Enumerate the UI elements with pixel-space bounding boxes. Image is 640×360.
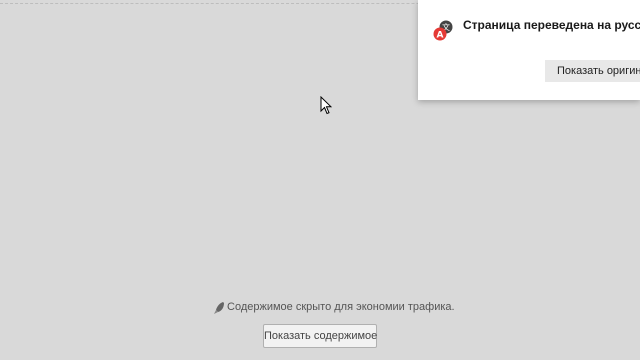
- mouse-cursor-icon: [320, 96, 332, 115]
- translate-badge-letter: A: [437, 31, 444, 41]
- popup-title: Страница переведена на русский: [463, 18, 640, 32]
- hidden-content-notice: Содержимое скрыто для экономии трафика.: [0, 300, 640, 318]
- show-content-button[interactable]: Показать содержимое: [263, 324, 377, 348]
- show-original-button[interactable]: Показать оригинал: [545, 60, 640, 82]
- translation-popup: [418, 0, 640, 100]
- hidden-content-text: Содержимое скрыто для экономии трафика.: [227, 301, 455, 313]
- rocket-icon: [214, 302, 224, 314]
- page: 文 A Страница переведена на русский Показ…: [0, 0, 640, 360]
- translate-icon[interactable]: 文 A: [432, 19, 456, 43]
